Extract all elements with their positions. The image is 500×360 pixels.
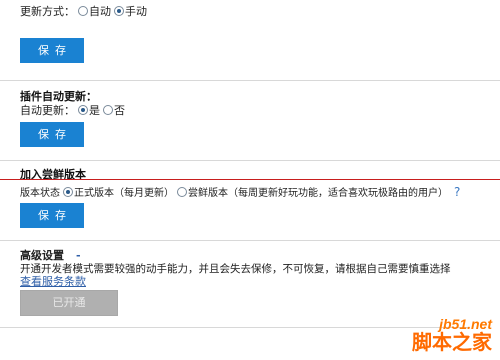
radio-plugin-yes-label[interactable]: 是 bbox=[89, 102, 100, 118]
radio-stable[interactable] bbox=[63, 186, 73, 197]
enabled-button: 已开通 bbox=[20, 290, 118, 316]
radio-beta-label[interactable]: 尝鲜版本（每周更新好玩功能，适合喜欢玩极路由的用户） bbox=[188, 184, 448, 199]
divider bbox=[0, 160, 500, 161]
update-mode-row: 更新方式： 自动 手动 bbox=[20, 3, 147, 19]
beta-save-button[interactable]: 保存 bbox=[20, 203, 84, 228]
radio-stable-label[interactable]: 正式版本（每月更新） bbox=[74, 184, 174, 199]
advanced-marker: - bbox=[76, 248, 81, 262]
divider bbox=[0, 240, 500, 241]
watermark-domain: jb51.net bbox=[439, 316, 492, 332]
terms-link[interactable]: 查看服务条款 bbox=[20, 273, 86, 289]
radio-auto[interactable] bbox=[78, 6, 88, 16]
plugin-update-save-button[interactable]: 保存 bbox=[20, 122, 84, 147]
beta-row: 版本状态 正式版本（每月更新） 尝鲜版本（每周更新好玩功能，适合喜欢玩极路由的用… bbox=[20, 184, 460, 200]
divider bbox=[0, 327, 470, 328]
radio-manual-label[interactable]: 手动 bbox=[125, 3, 147, 19]
update-mode-save-button[interactable]: 保存 bbox=[20, 38, 84, 63]
plugin-update-label: 自动更新： bbox=[20, 104, 75, 117]
watermark-brand: 脚本之家 bbox=[412, 332, 492, 354]
plugin-update-row: 自动更新： 是 否 bbox=[20, 102, 125, 118]
watermark: jb51.net 脚本之家 bbox=[412, 316, 492, 354]
red-divider bbox=[0, 179, 500, 180]
radio-auto-label[interactable]: 自动 bbox=[89, 3, 111, 19]
radio-plugin-no[interactable] bbox=[103, 105, 113, 115]
update-mode-label: 更新方式： bbox=[20, 5, 75, 18]
radio-beta[interactable] bbox=[177, 186, 187, 197]
radio-plugin-yes[interactable] bbox=[78, 105, 88, 115]
divider bbox=[0, 80, 500, 81]
radio-plugin-no-label[interactable]: 否 bbox=[114, 102, 125, 118]
beta-label: 版本状态 bbox=[20, 188, 60, 199]
radio-manual[interactable] bbox=[114, 6, 124, 16]
help-icon[interactable]: ? bbox=[454, 185, 460, 199]
